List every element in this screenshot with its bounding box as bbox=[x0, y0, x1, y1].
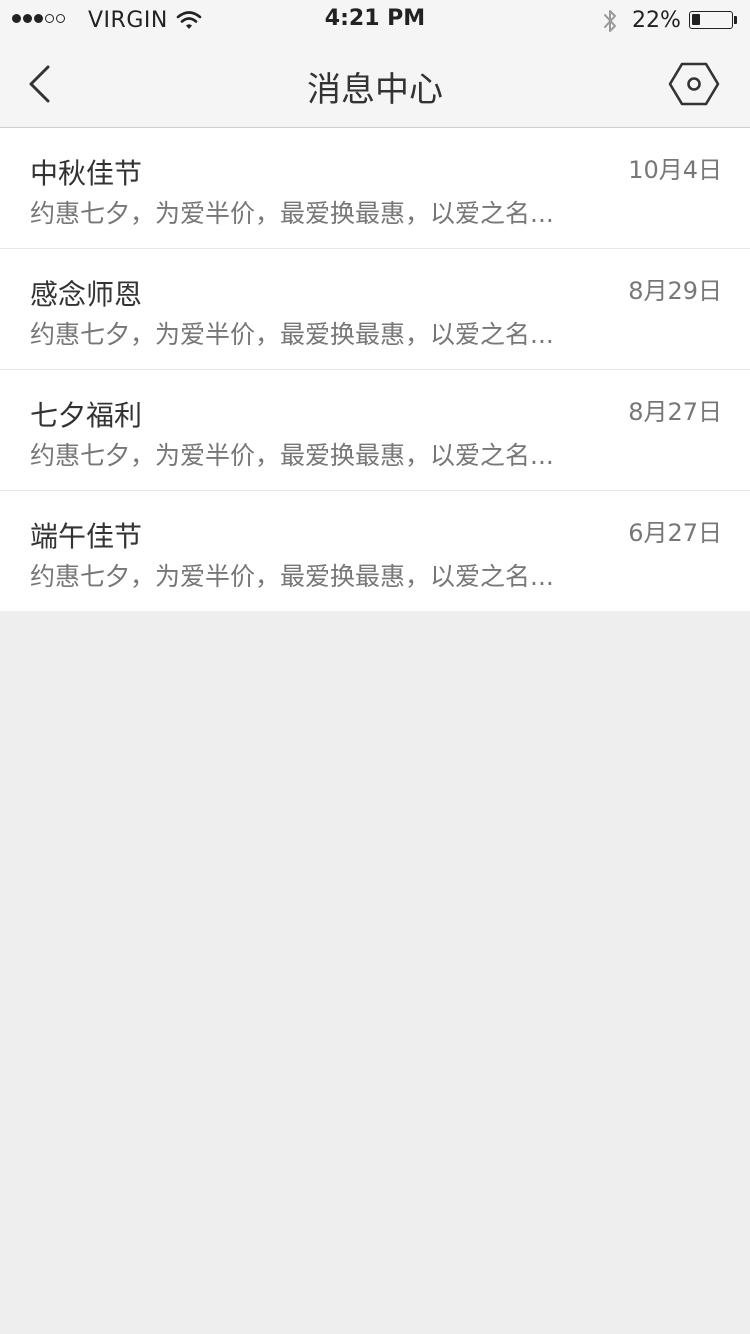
message-preview: 约惠七夕，为爱半价，最爱换最惠，以爱之名... bbox=[30, 320, 554, 349]
battery-icon bbox=[689, 11, 733, 29]
message-list: 中秋佳节 10月4日 约惠七夕，为爱半价，最爱换最惠，以爱之名... 感念师恩 … bbox=[0, 128, 750, 611]
page-title: 消息中心 bbox=[307, 70, 443, 110]
message-item[interactable]: 端午佳节 6月27日 约惠七夕，为爱半价，最爱换最惠，以爱之名... bbox=[0, 491, 750, 611]
battery-percent: 22% bbox=[632, 8, 681, 33]
message-title: 中秋佳节 bbox=[30, 157, 143, 190]
status-bar: VIRGIN 4:21 PM 22% bbox=[0, 0, 750, 40]
message-date: 6月27日 bbox=[628, 519, 722, 547]
battery-level-fill bbox=[692, 14, 700, 25]
message-title: 端午佳节 bbox=[30, 520, 143, 553]
message-item[interactable]: 感念师恩 8月29日 约惠七夕，为爱半价，最爱换最惠，以爱之名... bbox=[0, 249, 750, 370]
message-date: 8月29日 bbox=[628, 277, 722, 305]
settings-button[interactable] bbox=[666, 60, 722, 108]
message-preview: 约惠七夕，为爱半价，最爱换最惠，以爱之名... bbox=[30, 562, 554, 591]
hexagon-gear-icon bbox=[668, 62, 720, 106]
message-date: 8月27日 bbox=[628, 398, 722, 426]
bluetooth-icon bbox=[604, 10, 616, 32]
message-preview: 约惠七夕，为爱半价，最爱换最惠，以爱之名... bbox=[30, 441, 554, 470]
message-preview: 约惠七夕，为爱半价，最爱换最惠，以爱之名... bbox=[30, 199, 554, 228]
message-date: 10月4日 bbox=[628, 156, 722, 184]
navigation-bar: 消息中心 bbox=[0, 40, 750, 128]
battery-nub bbox=[734, 16, 737, 24]
message-title: 感念师恩 bbox=[30, 278, 143, 311]
message-item[interactable]: 七夕福利 8月27日 约惠七夕，为爱半价，最爱换最惠，以爱之名... bbox=[0, 370, 750, 491]
message-title: 七夕福利 bbox=[30, 399, 143, 432]
message-item[interactable]: 中秋佳节 10月4日 约惠七夕，为爱半价，最爱换最惠，以爱之名... bbox=[0, 128, 750, 249]
